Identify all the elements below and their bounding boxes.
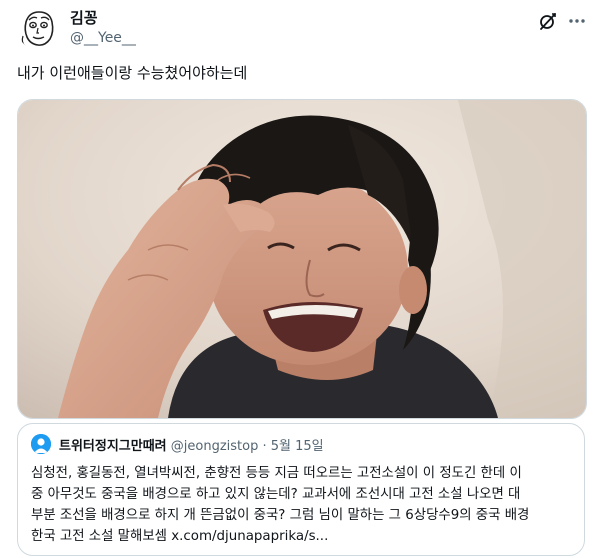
default-profile-icon: [31, 434, 51, 454]
laughing-person-photo: [18, 100, 586, 418]
quote-text-line: 한국 고전 소설 말해보셈 x.com/djunapaprika/s...: [31, 529, 329, 544]
quote-date[interactable]: 5월 15일: [271, 439, 324, 454]
grok-icon[interactable]: [537, 10, 559, 32]
quote-text: 심청전, 홍길동전, 열녀박씨전, 춘향전 등등 지금 떠오르는 고전소설이 이…: [31, 463, 576, 547]
tweet-photo[interactable]: [17, 99, 587, 419]
author-avatar[interactable]: [17, 6, 61, 50]
quote-header: 트위터정지그만때려 @jeongzistop · 5월 15일: [59, 435, 324, 454]
author-display-name[interactable]: 김꽁: [70, 7, 98, 28]
quote-text-line: 중 아무것도 중국을 배경으로 하고 있지 않는데? 교과서에 조선시대 고전 …: [31, 487, 521, 502]
quote-separator: ·: [262, 439, 267, 454]
author-handle[interactable]: @__Yee__: [70, 30, 136, 46]
quoted-tweet[interactable]: 트위터정지그만때려 @jeongzistop · 5월 15일 심청전, 홍길동…: [17, 423, 585, 556]
quote-text-line: 심청전, 홍길동전, 열녀박씨전, 춘향전 등등 지금 떠오르는 고전소설이 이…: [31, 466, 522, 481]
tweet-text: 내가 이런애들이랑 수능쳤어야하는데: [17, 64, 248, 82]
quote-avatar[interactable]: [31, 434, 51, 454]
more-icon[interactable]: [566, 10, 588, 32]
quote-handle[interactable]: @jeongzistop: [171, 439, 259, 454]
quote-text-line: 부분 조선을 배경으로 하지 개 뜬금없이 중국? 그럼 님이 말하는 그 6상…: [31, 508, 530, 523]
quote-display-name[interactable]: 트위터정지그만때려: [59, 439, 167, 454]
doodle-face-icon: [17, 6, 61, 50]
tweet-card: 김꽁 @__Yee__ 내가 이런애들이랑 수능쳤어야하는데 트위터정지그만때려…: [0, 0, 607, 558]
